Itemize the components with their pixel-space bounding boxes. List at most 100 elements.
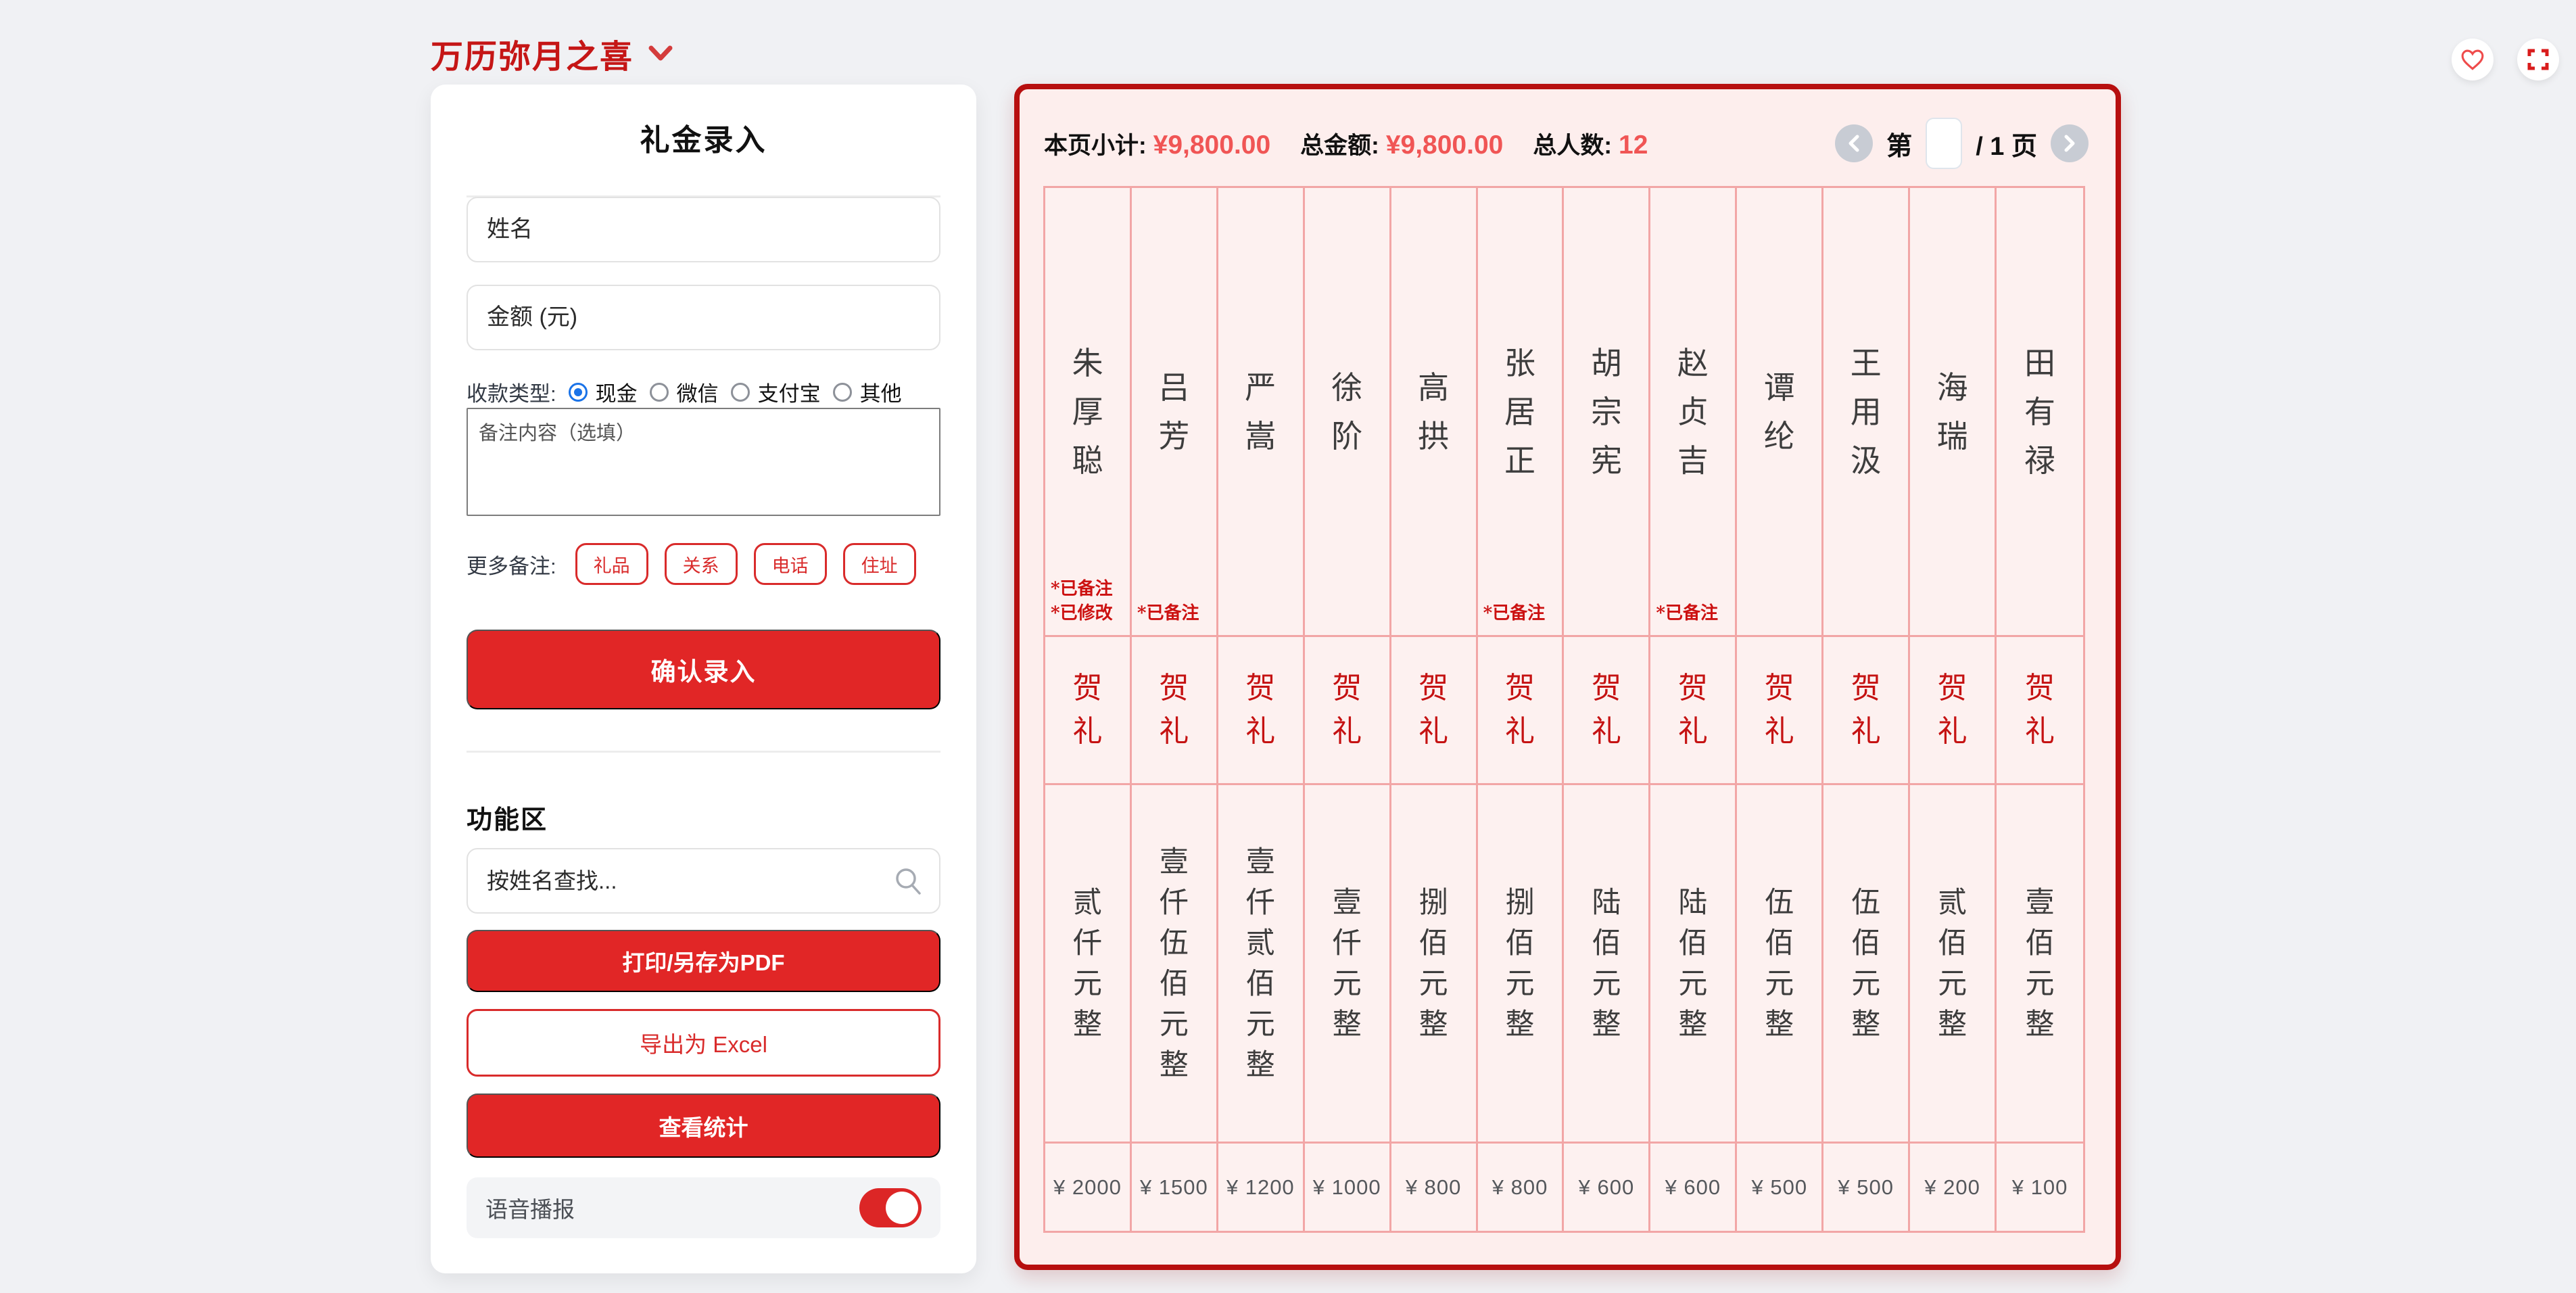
amount-capital-cell: 壹 仟 贰 佰 元 整: [1218, 785, 1303, 1144]
guest-name-cell[interactable]: 胡 宗 宪: [1564, 188, 1648, 637]
amount-capital: 壹 佰 元 整: [2026, 883, 2055, 1045]
amount-capital: 陆 佰 元 整: [1592, 883, 1621, 1045]
amount-numeric: ¥ 500: [1838, 1175, 1894, 1200]
gift-word-cell: 贺 礼: [1478, 637, 1563, 785]
gift-word: 贺 礼: [2025, 667, 2055, 753]
event-title-dropdown[interactable]: 万历弥月之喜: [431, 30, 673, 77]
divider: [467, 751, 940, 753]
guest-name: 海 瑞: [1937, 363, 1968, 461]
guest-name-cell[interactable]: 赵 贞 吉 *已备注: [1650, 188, 1735, 637]
chip-relation[interactable]: 关系: [665, 543, 738, 585]
gift-word-cell: 贺 礼: [1997, 637, 2083, 785]
guest-name-cell[interactable]: 张 居 正 *已备注: [1478, 188, 1563, 637]
guest-name: 朱 厚 聪: [1072, 339, 1103, 485]
guest-name-cell[interactable]: 严 嵩: [1218, 188, 1303, 637]
total-amount-label: 总金额:: [1300, 126, 1379, 161]
confirm-submit-button[interactable]: 确认录入: [467, 630, 940, 709]
guest-name-cell[interactable]: 海 瑞: [1910, 188, 1995, 637]
chip-phone[interactable]: 电话: [754, 543, 827, 585]
amount-capital-cell: 壹 佰 元 整: [1997, 785, 2083, 1144]
ledger-column: 徐 阶 贺 礼 壹 仟 元 整 ¥ 1000: [1305, 188, 1391, 1231]
radio-alipay[interactable]: 支付宝: [731, 377, 821, 407]
voice-toggle[interactable]: [859, 1188, 922, 1227]
name-input[interactable]: [467, 197, 940, 262]
amount-capital: 捌 佰 元 整: [1419, 883, 1448, 1045]
amount-capital-cell: 陆 佰 元 整: [1650, 785, 1735, 1144]
amount-numeric: ¥ 600: [1665, 1175, 1721, 1200]
payment-type-row: 收款类型: 现金 微信 支付宝 其他: [467, 377, 940, 407]
tools-section-title: 功能区: [467, 799, 548, 836]
amount-numeric: ¥ 1500: [1140, 1175, 1208, 1200]
ledger-column: 张 居 正 *已备注 贺 礼 捌 佰 元 整 ¥ 800: [1478, 188, 1565, 1231]
ledger-panel: 本页小计: ¥9,800.00 总金额: ¥9,800.00 总人数: 12 第: [1014, 84, 2121, 1270]
guest-name-cell[interactable]: 徐 阶: [1305, 188, 1389, 637]
amount-capital-cell: 捌 佰 元 整: [1478, 785, 1563, 1144]
guest-name-cell[interactable]: 谭 纶: [1737, 188, 1821, 637]
gift-word: 贺 礼: [1332, 667, 1362, 753]
gift-word: 贺 礼: [1851, 667, 1881, 753]
guest-name-cell[interactable]: 吕 芳 *已备注: [1132, 188, 1216, 637]
amount-numeric-cell: ¥ 800: [1391, 1144, 1476, 1231]
ledger-column: 胡 宗 宪 贺 礼 陆 佰 元 整 ¥ 600: [1564, 188, 1650, 1231]
guest-name-cell[interactable]: 王 用 汲: [1823, 188, 1908, 637]
guest-name: 谭 纶: [1764, 363, 1795, 461]
amount-numeric: ¥ 800: [1492, 1175, 1548, 1200]
amount-numeric-cell: ¥ 2000: [1045, 1144, 1130, 1231]
app-root: 万历弥月之喜 礼金录入 收款类型: 现金: [0, 0, 2576, 1293]
radio-other[interactable]: 其他: [833, 377, 902, 407]
amount-numeric-cell: ¥ 1500: [1132, 1144, 1216, 1231]
amount-capital-cell: 壹 仟 元 整: [1305, 785, 1389, 1144]
export-excel-button[interactable]: 导出为 Excel: [467, 1009, 940, 1077]
amount-input[interactable]: [467, 285, 940, 350]
page-number-input[interactable]: [1926, 118, 1962, 169]
search-input[interactable]: [467, 848, 940, 914]
amount-capital-cell: 伍 佰 元 整: [1737, 785, 1821, 1144]
chevron-right-icon: [2062, 134, 2077, 153]
radio-cash[interactable]: 现金: [569, 377, 638, 407]
guest-name: 田 有 禄: [2024, 339, 2055, 485]
chevron-down-icon: [648, 45, 673, 62]
amount-numeric: ¥ 100: [2012, 1175, 2068, 1200]
chip-gift[interactable]: 礼品: [575, 543, 648, 585]
guest-name: 张 居 正: [1504, 339, 1535, 485]
guest-name-cell[interactable]: 田 有 禄: [1997, 188, 2083, 637]
fullscreen-button[interactable]: [2517, 39, 2559, 80]
ledger-column: 吕 芳 *已备注 贺 礼 壹 仟 伍 佰 元 整 ¥ 1500: [1132, 188, 1218, 1231]
gift-word: 贺 礼: [1938, 667, 1967, 753]
amount-capital: 壹 仟 贰 佰 元 整: [1246, 842, 1275, 1085]
view-stats-button[interactable]: 查看统计: [467, 1094, 940, 1158]
amount-numeric-cell: ¥ 200: [1910, 1144, 1995, 1231]
guest-name: 徐 阶: [1331, 363, 1362, 461]
ledger-column: 海 瑞 贺 礼 贰 佰 元 整 ¥ 200: [1910, 188, 1997, 1231]
gift-word: 贺 礼: [1765, 667, 1794, 753]
amount-numeric-cell: ¥ 800: [1478, 1144, 1563, 1231]
chip-address[interactable]: 住址: [843, 543, 916, 585]
amount-capital: 壹 仟 元 整: [1333, 883, 1362, 1045]
radio-wechat[interactable]: 微信: [650, 377, 719, 407]
amount-capital-cell: 陆 佰 元 整: [1564, 785, 1648, 1144]
gift-word: 贺 礼: [1505, 667, 1535, 753]
print-pdf-button[interactable]: 打印/另存为PDF: [467, 930, 940, 992]
gift-word: 贺 礼: [1159, 667, 1189, 753]
search-box: [467, 848, 940, 914]
voice-broadcast-row: 语音播报: [467, 1177, 940, 1238]
prev-page-button[interactable]: [1835, 124, 1873, 162]
next-page-button[interactable]: [2051, 124, 2089, 162]
gift-word-cell: 贺 礼: [1823, 637, 1908, 785]
ledger-column: 田 有 禄 贺 礼 壹 佰 元 整 ¥ 100: [1997, 188, 2083, 1231]
chevron-left-icon: [1846, 134, 1861, 153]
guest-name-cell[interactable]: 高 拱: [1391, 188, 1476, 637]
guest-count-stat: 总人数: 12: [1533, 126, 1648, 161]
pagination: 第 / 1 页: [1835, 116, 2089, 170]
ledger-column: 高 拱 贺 礼 捌 佰 元 整 ¥ 800: [1391, 188, 1478, 1231]
radio-circle-icon: [650, 383, 669, 402]
amount-numeric: ¥ 600: [1579, 1175, 1635, 1200]
favorite-button[interactable]: [2452, 39, 2494, 80]
amount-capital-cell: 贰 佰 元 整: [1910, 785, 1995, 1144]
ledger-column: 赵 贞 吉 *已备注 贺 礼 陆 佰 元 整 ¥ 600: [1650, 188, 1737, 1231]
page-subtotal-label: 本页小计:: [1044, 126, 1147, 161]
form-title: 礼金录入: [467, 116, 940, 159]
gift-word-cell: 贺 礼: [1305, 637, 1389, 785]
note-textarea[interactable]: [467, 408, 940, 516]
guest-name-cell[interactable]: 朱 厚 聪 *已备注 *已修改: [1045, 188, 1130, 637]
